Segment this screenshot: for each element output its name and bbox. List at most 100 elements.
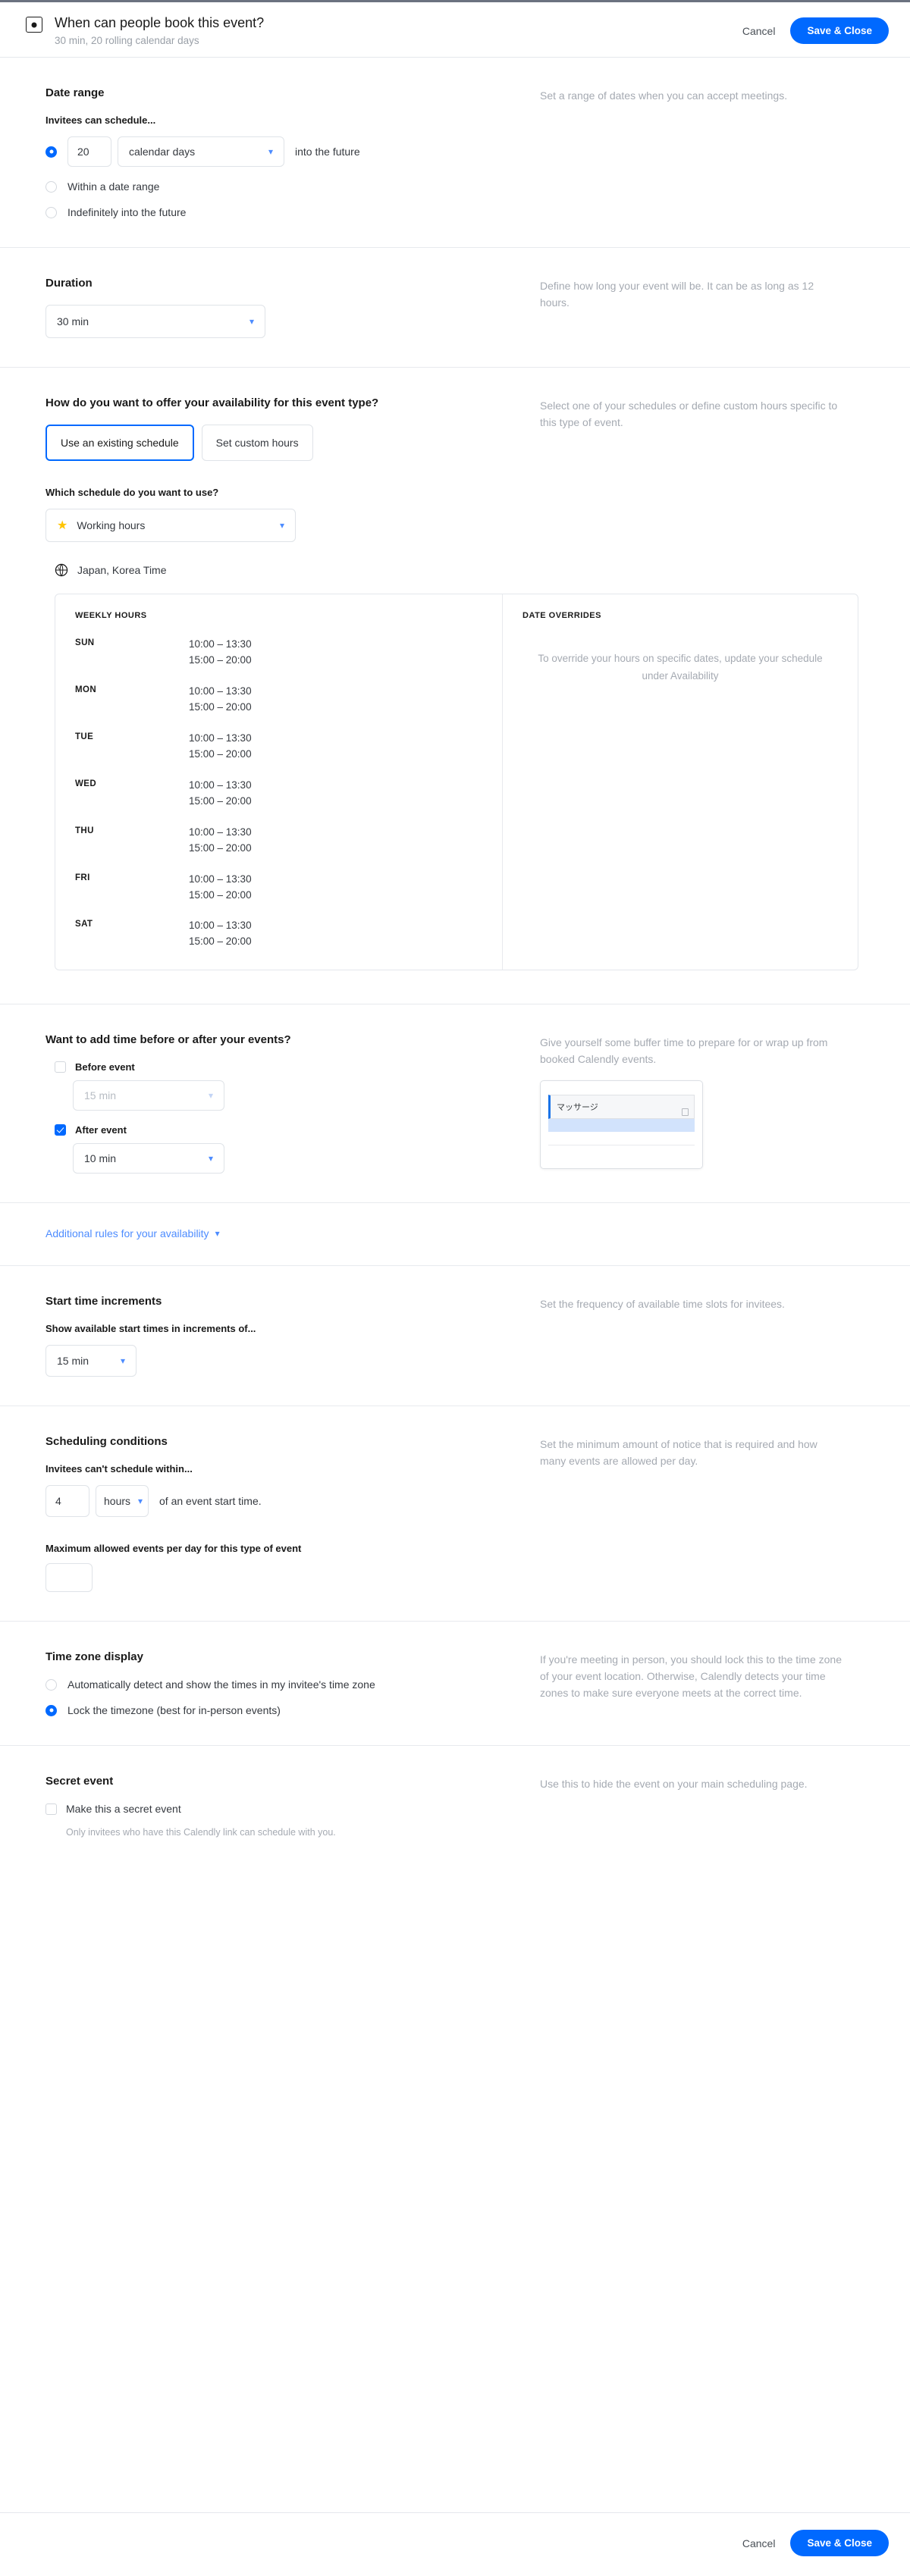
chevron-down-icon: ▾: [208, 1090, 213, 1102]
start-increments-title: Start time increments: [46, 1295, 162, 1308]
day-label: SAT: [75, 920, 93, 929]
additional-rules-left: Additional rules for your availability ▾: [46, 1227, 531, 1241]
start-increments-value: 15 min: [57, 1355, 89, 1368]
before-event-row[interactable]: Before event: [55, 1061, 531, 1073]
indefinitely-option-row[interactable]: Indefinitely into the future: [46, 206, 531, 218]
radio-timezone-auto[interactable]: [46, 1678, 57, 1691]
day-slot-2: 15:00 – 20:00: [189, 701, 252, 713]
save-close-button-bottom[interactable]: Save & Close: [790, 2530, 889, 2556]
radio-timezone-lock[interactable]: [46, 1704, 57, 1716]
copy-icon[interactable]: [682, 1108, 689, 1116]
duration-select[interactable]: 30 min ▾: [46, 305, 265, 339]
day-times: 10:00 – 13:30 15:00 – 20:00: [189, 825, 252, 857]
day-slot-1: 10:00 – 13:30: [189, 732, 252, 744]
timezone-display-left: Time zone display Automatically detect a…: [46, 1650, 531, 1716]
max-events-input[interactable]: [46, 1563, 93, 1593]
availability-top-row: How do you want to offer your availabili…: [46, 396, 864, 543]
which-schedule-label: Which schedule do you want to use?: [46, 487, 219, 499]
day-slot-1: 10:00 – 13:30: [189, 873, 252, 885]
chevron-down-icon: ▾: [249, 316, 254, 327]
scheduling-conditions-hint: Set the minimum amount of notice that is…: [540, 1438, 817, 1467]
schedule-select[interactable]: ★ Working hours ▾: [46, 509, 296, 543]
notice-sub-label: Invitees can't schedule within...: [46, 1463, 193, 1475]
ime-suggestion-entry[interactable]: マッサージ: [548, 1094, 695, 1119]
timezone-auto-row[interactable]: Automatically detect and show the times …: [46, 1678, 531, 1691]
chevron-down-icon: ▾: [215, 1228, 220, 1239]
cancel-button-top[interactable]: Cancel: [739, 20, 779, 42]
rolling-unit-value: calendar days: [129, 146, 196, 158]
rolling-days-input[interactable]: [67, 136, 111, 168]
radio-indefinitely[interactable]: [46, 206, 57, 218]
table-row: TUE 10:00 – 13:30 15:00 – 20:00: [75, 731, 482, 763]
day-slot-2: 15:00 – 20:00: [189, 654, 252, 666]
ime-clipboard-popup[interactable]: マッサージ: [540, 1080, 703, 1169]
table-row: THU 10:00 – 13:30 15:00 – 20:00: [75, 825, 482, 857]
chevron-down-icon: ▾: [208, 1153, 213, 1164]
buffer-right: Give yourself some buffer time to prepar…: [531, 1033, 864, 1174]
radio-rolling-days[interactable]: [46, 146, 57, 158]
schedule-name: Working hours: [77, 519, 146, 532]
additional-rules-label: Additional rules for your availability: [46, 1227, 209, 1240]
checkbox-secret-event[interactable]: [46, 1803, 57, 1815]
invitees-can-schedule-label: Invitees can schedule...: [46, 114, 156, 127]
timezone-label: Japan, Korea Time: [77, 564, 167, 577]
day-times: 10:00 – 13:30 15:00 – 20:00: [189, 731, 252, 763]
date-overrides-heading: DATE OVERRIDES: [522, 611, 601, 621]
before-event-duration-select[interactable]: 15 min ▾: [73, 1080, 224, 1111]
radio-within-date-range[interactable]: [46, 180, 57, 193]
timezone-display-right: If you're meeting in person, you should …: [531, 1650, 864, 1716]
day-label: FRI: [75, 873, 90, 882]
start-increments-select[interactable]: 15 min ▾: [46, 1345, 136, 1377]
notice-suffix-text: of an event start time.: [159, 1495, 262, 1508]
section-timezone-display: Time zone display Automatically detect a…: [0, 1622, 910, 1747]
availability-hint: Select one of your schedules or define c…: [540, 400, 838, 429]
day-slot-2: 15:00 – 20:00: [189, 841, 252, 854]
date-range-left: Date range Invitees can schedule... cale…: [46, 86, 531, 218]
header-titles: When can people book this event? 30 min,…: [55, 14, 739, 46]
notice-controls: hours ▾ of an event start time.: [46, 1485, 531, 1518]
day-slot-2: 15:00 – 20:00: [189, 748, 252, 760]
start-increments-hint: Set the frequency of available time slot…: [540, 1298, 785, 1311]
page-subtitle: 30 min, 20 rolling calendar days: [55, 35, 199, 47]
day-label: SUN: [75, 638, 95, 648]
secret-event-row[interactable]: Make this a secret event: [46, 1803, 531, 1815]
checkbox-after-event[interactable]: [55, 1124, 66, 1136]
rolling-unit-select[interactable]: calendar days ▾: [118, 136, 284, 168]
globe-icon: [55, 564, 68, 577]
day-times: 10:00 – 13:30 15:00 – 20:00: [189, 684, 252, 716]
day-slot-2: 15:00 – 20:00: [189, 935, 252, 948]
header-actions: Cancel Save & Close: [739, 17, 889, 44]
toggle-use-existing-schedule[interactable]: Use an existing schedule: [46, 425, 194, 462]
day-slot-1: 10:00 – 13:30: [189, 920, 252, 932]
secret-event-checkbox-label: Make this a secret event: [66, 1803, 181, 1816]
duration-value: 30 min: [57, 315, 89, 328]
day-slot-2: 15:00 – 20:00: [189, 888, 252, 901]
timezone-lock-row[interactable]: Lock the timezone (best for in-person ev…: [46, 1704, 531, 1716]
after-event-row[interactable]: After event: [55, 1124, 531, 1136]
date-range-hint: Set a range of dates when you can accept…: [540, 89, 788, 102]
rolling-days-controls: calendar days ▾ into the future: [67, 136, 360, 168]
notice-unit-select[interactable]: hours ▾: [96, 1485, 149, 1518]
after-event-duration-select[interactable]: 10 min ▾: [73, 1143, 224, 1174]
section-additional-rules: Additional rules for your availability ▾: [0, 1203, 910, 1267]
day-slot-1: 10:00 – 13:30: [189, 638, 252, 650]
timezone-row: Japan, Korea Time: [55, 563, 864, 577]
rolling-days-option-row[interactable]: calendar days ▾ into the future: [46, 136, 531, 168]
table-row: MON 10:00 – 13:30 15:00 – 20:00: [75, 684, 482, 716]
timezone-lock-label: Lock the timezone (best for in-person ev…: [67, 1704, 281, 1717]
event-availability-modal: When can people book this event? 30 min,…: [0, 0, 910, 2576]
start-increments-sub-label: Show available start times in increments…: [46, 1323, 256, 1335]
chevron-down-icon: ▾: [138, 1496, 143, 1507]
checkbox-before-event[interactable]: [55, 1061, 66, 1073]
ime-highlight-bar[interactable]: [548, 1118, 695, 1132]
cancel-button-bottom[interactable]: Cancel: [739, 2533, 779, 2554]
additional-rules-toggle[interactable]: Additional rules for your availability ▾: [46, 1227, 220, 1239]
duration-left: Duration 30 min ▾: [46, 277, 531, 339]
within-date-range-option-row[interactable]: Within a date range: [46, 180, 531, 193]
notice-amount-input[interactable]: [46, 1485, 89, 1518]
toggle-set-custom-hours[interactable]: Set custom hours: [201, 425, 313, 462]
day-slot-1: 10:00 – 13:30: [189, 779, 252, 791]
after-event-label: After event: [75, 1124, 127, 1136]
day-label: WED: [75, 779, 97, 788]
save-close-button-top[interactable]: Save & Close: [790, 17, 889, 44]
